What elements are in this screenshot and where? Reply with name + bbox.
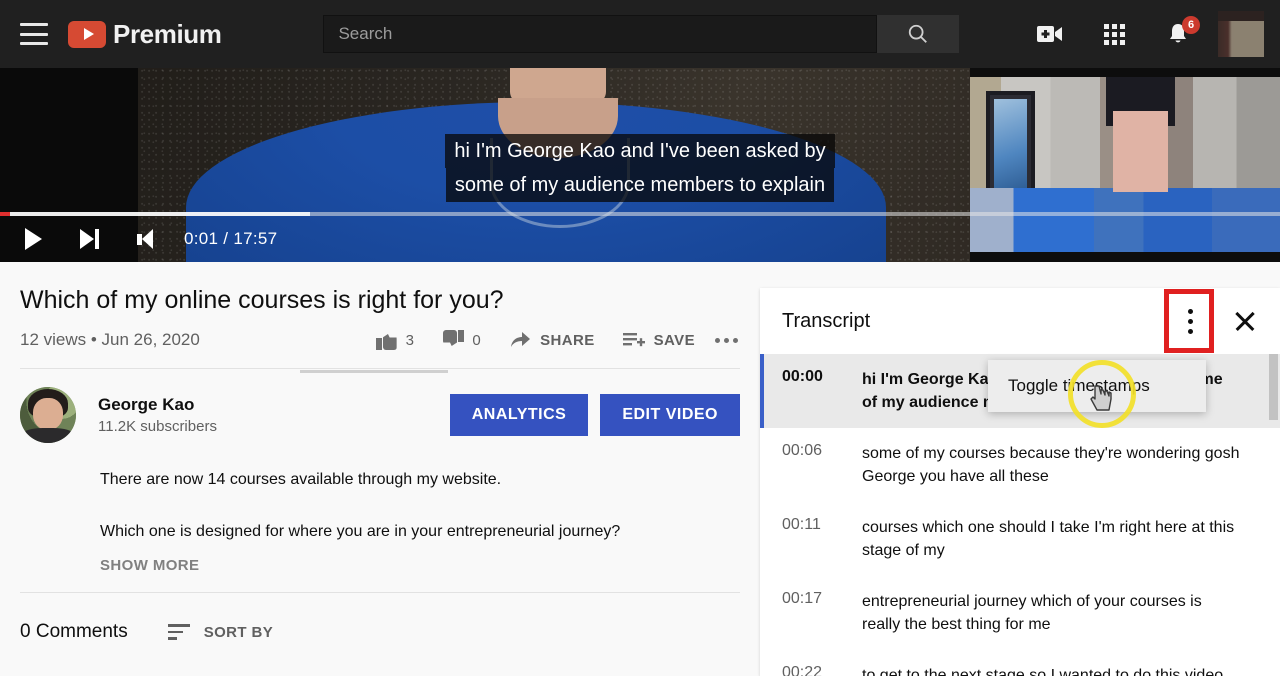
action-underline xyxy=(300,370,448,373)
transcript-timestamp: 00:17 xyxy=(782,590,823,607)
more-actions-button[interactable] xyxy=(713,337,740,343)
share-arrow-icon xyxy=(511,332,531,347)
video-meta-row: 12 views • Jun 26, 2020 3 0 SHARE SAVE xyxy=(20,330,740,350)
like-count: 3 xyxy=(405,331,415,349)
play-button[interactable] xyxy=(10,216,56,262)
transcript-panel: Transcript 00:00 hi I'm George Kao and I… xyxy=(760,288,1280,676)
like-button[interactable]: 3 xyxy=(375,330,415,350)
thumbs-down-icon xyxy=(442,330,464,350)
edit-video-button[interactable]: EDIT VIDEO xyxy=(600,394,740,436)
comments-count: 0 Comments xyxy=(20,621,128,642)
transcript-text: to get to the next stage so I wanted to … xyxy=(862,667,1224,676)
transcript-scrollbar[interactable] xyxy=(1269,354,1278,676)
section-divider-top xyxy=(20,368,740,369)
transcript-title: Transcript xyxy=(782,309,871,332)
share-button[interactable]: SHARE xyxy=(509,331,595,349)
analytics-button[interactable]: ANALYTICS xyxy=(449,394,589,436)
next-video-button[interactable] xyxy=(66,216,112,262)
save-playlist-icon xyxy=(622,333,645,347)
video-camera-icon xyxy=(1037,26,1062,42)
comments-header: 0 Comments SORT BY xyxy=(20,621,740,643)
apps-grid-icon xyxy=(1103,23,1125,45)
top-header: Premium Search 6 xyxy=(0,0,1280,68)
channel-buttons: ANALYTICS EDIT VIDEO xyxy=(438,394,740,436)
video-player[interactable]: hi I'm George Kao and I've been asked by… xyxy=(0,68,1280,262)
channel-info: George Kao 11.2K subscribers xyxy=(98,395,217,435)
search-icon xyxy=(908,24,927,43)
transcript-row[interactable]: 00:11 courses which one should I take I'… xyxy=(760,502,1280,576)
search-button[interactable] xyxy=(877,15,960,53)
video-info-section: Which of my online courses is right for … xyxy=(0,262,760,676)
subscriber-count: 11.2K subscribers xyxy=(98,418,217,435)
sort-icon xyxy=(167,622,190,642)
thumbs-up-icon xyxy=(375,330,398,350)
youtube-video-page: Premium Search 6 hi I'm George Kao and I… xyxy=(0,0,1280,676)
transcript-options-menu: Toggle timestamps xyxy=(988,360,1206,412)
transcript-row[interactable]: 00:22 to get to the next stage so I want… xyxy=(760,650,1280,676)
time-display: 0:01 / 17:57 xyxy=(184,229,278,248)
search-box[interactable] xyxy=(323,15,878,53)
youtube-premium-logo[interactable]: Premium xyxy=(68,18,222,50)
transcript-row[interactable]: 00:17 entrepreneurial journey which of y… xyxy=(760,576,1280,650)
next-icon xyxy=(79,229,99,249)
page-title: Which of my online courses is right for … xyxy=(20,286,504,314)
share-label: SHARE xyxy=(540,331,595,349)
description-line-2: Which one is designed for where you are … xyxy=(100,523,621,540)
player-controls: 0:01 / 17:57 xyxy=(0,216,1280,262)
close-transcript-button[interactable] xyxy=(1224,300,1266,342)
hamburger-menu-icon[interactable] xyxy=(20,23,48,45)
notification-badge: 6 xyxy=(1182,16,1200,34)
transcript-timestamp: 00:00 xyxy=(782,368,823,385)
create-video-button[interactable] xyxy=(1028,12,1072,56)
apps-button[interactable] xyxy=(1092,12,1136,56)
transcript-text: courses which one should I take I'm righ… xyxy=(862,519,1235,559)
scrollbar-thumb[interactable] xyxy=(1269,354,1278,420)
menu-item-toggle-timestamps[interactable]: Toggle timestamps xyxy=(988,360,1206,412)
dislike-button[interactable]: 0 xyxy=(442,330,481,350)
channel-row: George Kao 11.2K subscribers ANALYTICS E… xyxy=(20,387,740,443)
description-line-1: There are now 14 courses available throu… xyxy=(100,471,502,488)
search-area xyxy=(323,15,960,53)
transcript-text: some of my courses because they're wonde… xyxy=(862,445,1240,485)
search-input[interactable] xyxy=(338,24,877,44)
volume-button[interactable] xyxy=(122,216,168,262)
transcript-timestamp: 00:22 xyxy=(782,664,823,676)
video-description: There are now 14 courses available throu… xyxy=(20,469,740,574)
save-button[interactable]: SAVE xyxy=(622,331,695,349)
header-icon-group: 6 xyxy=(1018,11,1264,57)
transcript-menu-button[interactable] xyxy=(1164,289,1214,353)
transcript-header: Transcript xyxy=(760,288,1280,354)
transcript-timestamp: 00:11 xyxy=(782,516,821,533)
account-avatar[interactable] xyxy=(1218,11,1264,57)
transcript-row[interactable]: 00:06 some of my courses because they're… xyxy=(760,428,1280,502)
section-divider-bottom xyxy=(20,592,740,593)
view-count-and-date: 12 views • Jun 26, 2020 xyxy=(20,330,200,349)
channel-name[interactable]: George Kao xyxy=(98,395,217,415)
sort-by-button[interactable]: SORT BY xyxy=(167,622,274,642)
save-label: SAVE xyxy=(653,331,695,349)
transcript-header-actions xyxy=(1164,289,1280,353)
notifications-button[interactable]: 6 xyxy=(1156,12,1200,56)
channel-avatar[interactable] xyxy=(20,387,76,443)
youtube-play-icon xyxy=(68,20,106,48)
show-more-button[interactable]: SHOW MORE xyxy=(100,557,740,574)
video-actions: 3 0 SHARE SAVE xyxy=(348,330,695,350)
sort-by-label: SORT BY xyxy=(203,623,274,641)
play-icon xyxy=(24,228,42,250)
brand-label: Premium xyxy=(113,18,222,49)
transcript-text: entrepreneurial journey which of your co… xyxy=(862,593,1202,633)
dislike-count: 0 xyxy=(472,331,482,349)
transcript-timestamp: 00:06 xyxy=(782,442,823,459)
volume-icon xyxy=(136,229,153,249)
